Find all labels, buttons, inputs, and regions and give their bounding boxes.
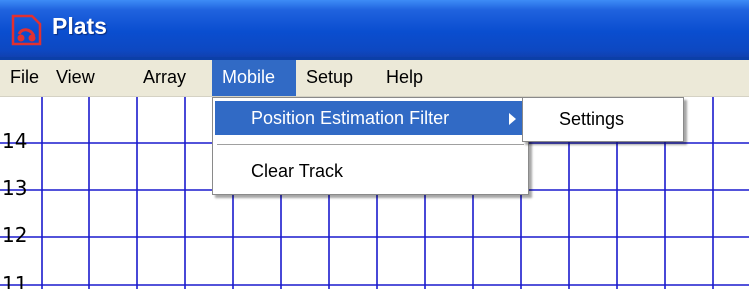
menu-help[interactable]: Help: [386, 60, 436, 96]
menuitem-clear-track-label: Clear Track: [251, 161, 344, 181]
menu-array[interactable]: Array: [103, 60, 197, 96]
title-bar[interactable]: Plats: [0, 0, 749, 60]
menuitem-settings[interactable]: Settings: [525, 102, 681, 136]
menu-bar: File View Array Mobile Setup Help: [0, 60, 749, 97]
menuitem-position-estimation-filter-label: Position Estimation Filter: [251, 108, 450, 128]
y-tick-13: 13: [2, 176, 27, 200]
menu-separator: [217, 144, 524, 146]
submenu-arrow-icon: [509, 113, 516, 125]
position-filter-submenu: Settings: [522, 97, 684, 142]
y-tick-12: 12: [2, 223, 27, 247]
menu-setup[interactable]: Setup: [306, 60, 366, 96]
menu-view[interactable]: View: [52, 60, 102, 96]
y-tick-11: 11: [2, 272, 27, 289]
mobile-dropdown-menu: Position Estimation Filter Clear Track: [212, 97, 529, 195]
menu-mobile[interactable]: Mobile: [212, 60, 296, 96]
plats-app-icon: [11, 14, 42, 46]
menu-file[interactable]: File: [6, 60, 54, 96]
menuitem-settings-label: Settings: [559, 109, 625, 129]
menuitem-position-estimation-filter[interactable]: Position Estimation Filter: [215, 101, 526, 135]
window-title: Plats: [52, 13, 107, 39]
y-tick-14: 14: [2, 129, 27, 153]
menuitem-clear-track[interactable]: Clear Track: [215, 154, 526, 188]
